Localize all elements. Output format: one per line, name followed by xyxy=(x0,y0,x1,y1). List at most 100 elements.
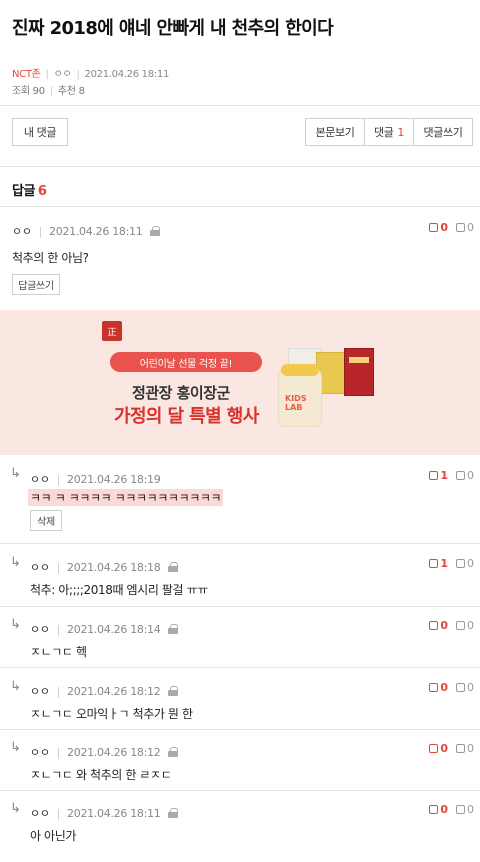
thumbs-up-icon xyxy=(429,683,439,692)
downvote-button[interactable]: 0 xyxy=(456,557,474,570)
downvote-button[interactable]: 0 xyxy=(456,469,474,482)
vote-box: 0 0 xyxy=(429,681,474,694)
downvote-button[interactable]: 0 xyxy=(456,619,474,632)
comment-date: 2021.04.26 18:12 xyxy=(67,684,161,698)
ad-pill: 어린이날 선물 걱정 끝! xyxy=(110,352,262,372)
comment-date: 2021.04.26 18:19 xyxy=(67,472,161,486)
vote-box: 0 0 xyxy=(429,221,474,234)
post-author: ㅇㅇ xyxy=(53,69,72,80)
ad-headline: 정관장 홍이장군 xyxy=(132,384,230,402)
comment-nick: ㅇㅇ xyxy=(30,473,50,486)
views-count: 조회 90 xyxy=(12,86,45,97)
lock-icon xyxy=(168,624,179,634)
vote-box: 0 0 xyxy=(429,619,474,632)
lock-icon xyxy=(168,747,179,757)
upvote-button[interactable]: 0 xyxy=(429,221,448,234)
comment-meta: ㅇㅇ | 2021.04.26 18:12 xyxy=(30,683,179,699)
divider xyxy=(0,667,480,668)
my-comment-button[interactable]: 내 댓글 xyxy=(12,118,68,146)
downvote-button[interactable]: 0 xyxy=(456,221,474,234)
comment-date: 2021.04.26 18:12 xyxy=(67,745,161,759)
comment-nick: ㅇㅇ xyxy=(30,685,50,698)
thumbs-up-icon xyxy=(429,805,439,814)
comment-text: ㅈㄴㄱㄷ 와 척추의 한 ㄹㅈㄷ xyxy=(30,768,172,782)
thumbs-up-icon xyxy=(429,223,439,232)
thumbs-down-icon xyxy=(456,744,465,753)
vote-box: 0 0 xyxy=(429,742,474,755)
likes-count: 추천 8 xyxy=(57,86,85,97)
vote-box: 1 0 xyxy=(429,557,474,570)
comment-text: 척추의 한 아님? xyxy=(12,251,89,265)
comment-date: 2021.04.26 18:14 xyxy=(67,622,161,636)
comment-text: ㅈㄴㄱㄷ 헥 xyxy=(30,645,87,659)
post-meta: NCT존 | ㅇㅇ | 2021.04.26 18:11 xyxy=(12,69,170,80)
vote-box: 0 0 xyxy=(429,803,474,816)
reply-arrow-icon: ↳ xyxy=(10,679,21,694)
reply-arrow-icon: ↳ xyxy=(10,466,21,481)
upvote-button[interactable]: 0 xyxy=(429,681,448,694)
reply-arrow-icon: ↳ xyxy=(10,617,21,632)
lock-icon xyxy=(168,686,179,696)
comment-nick: ㅇㅇ xyxy=(30,561,50,574)
comment-nick: ㅇㅇ xyxy=(30,746,50,759)
comment-date: 2021.04.26 18:18 xyxy=(67,560,161,574)
lock-icon xyxy=(168,562,179,572)
thumbs-down-icon xyxy=(456,559,465,568)
thumbs-up-icon xyxy=(429,621,439,630)
thumbs-up-icon xyxy=(429,559,439,568)
comment-nick: ㅇㅇ xyxy=(30,623,50,636)
comment-nick: ㅇㅇ xyxy=(30,807,50,820)
downvote-button[interactable]: 0 xyxy=(456,742,474,755)
product-box-image xyxy=(344,348,374,396)
thumbs-down-icon xyxy=(456,621,465,630)
divider xyxy=(0,543,480,544)
ad-banner[interactable]: 正 어린이날 선물 걱정 끝! 정관장 홍이장군 가정의 달 특별 행사 KID… xyxy=(0,310,480,455)
vote-box: 1 0 xyxy=(429,469,474,482)
comment-meta: ㅇㅇ | 2021.04.26 18:12 xyxy=(30,744,179,760)
comment-text: ㅈㄴㄱㄷ 오마익ㅏㄱ 척추가 뭔 한 xyxy=(30,707,193,721)
delete-button[interactable]: 삭제 xyxy=(30,510,62,531)
comments-count: 1 xyxy=(397,125,405,139)
comment-text: 척추: 아;;;;2018때 엠시리 팔걸 ㅠㅠ xyxy=(30,583,208,597)
comment-meta: ㅇㅇ | 2021.04.26 18:11 xyxy=(12,223,161,239)
write-comment-button[interactable]: 댓글쓰기 xyxy=(413,118,473,146)
thumbs-up-icon xyxy=(429,744,439,753)
thumbs-down-icon xyxy=(456,805,465,814)
upvote-button[interactable]: 1 xyxy=(429,469,448,482)
replies-count: 6 xyxy=(37,184,47,199)
thumbs-down-icon xyxy=(456,223,465,232)
comment-date: 2021.04.26 18:11 xyxy=(67,806,161,820)
post-date: 2021.04.26 18:11 xyxy=(84,69,170,80)
reply-arrow-icon: ↳ xyxy=(10,555,21,570)
comments-button[interactable]: 댓글 1 xyxy=(364,118,414,146)
lock-icon xyxy=(150,226,161,236)
post-stats: 조회 90 | 추천 8 xyxy=(12,86,85,97)
brand-logo: 正 xyxy=(102,321,122,341)
replies-header: 답글 6 xyxy=(12,184,47,199)
upvote-button[interactable]: 1 xyxy=(429,557,448,570)
ad-subheadline: 가정의 달 특별 행사 xyxy=(114,406,259,427)
divider xyxy=(0,206,480,207)
upvote-button[interactable]: 0 xyxy=(429,803,448,816)
comment-meta: ㅇㅇ | 2021.04.26 18:19 xyxy=(30,472,161,487)
comment-text: 아 아닌가 xyxy=(30,829,76,843)
divider xyxy=(0,166,480,167)
reply-arrow-icon: ↳ xyxy=(10,740,21,755)
downvote-button[interactable]: 0 xyxy=(456,681,474,694)
upvote-button[interactable]: 0 xyxy=(429,742,448,755)
thumbs-up-icon xyxy=(429,471,439,480)
divider xyxy=(0,606,480,607)
reply-write-button[interactable]: 답글쓰기 xyxy=(12,274,60,295)
thumbs-down-icon xyxy=(456,683,465,692)
product-jar-image: KIDS LAB xyxy=(278,364,322,427)
divider xyxy=(0,790,480,791)
post-category[interactable]: NCT존 xyxy=(12,69,41,80)
comment-date: 2021.04.26 18:11 xyxy=(49,224,143,238)
upvote-button[interactable]: 0 xyxy=(429,619,448,632)
view-post-button[interactable]: 본문보기 xyxy=(305,118,365,146)
comment-meta: ㅇㅇ | 2021.04.26 18:18 xyxy=(30,559,179,575)
comment-meta: ㅇㅇ | 2021.04.26 18:11 xyxy=(30,805,179,821)
divider xyxy=(0,729,480,730)
thumbs-down-icon xyxy=(456,471,465,480)
downvote-button[interactable]: 0 xyxy=(456,803,474,816)
